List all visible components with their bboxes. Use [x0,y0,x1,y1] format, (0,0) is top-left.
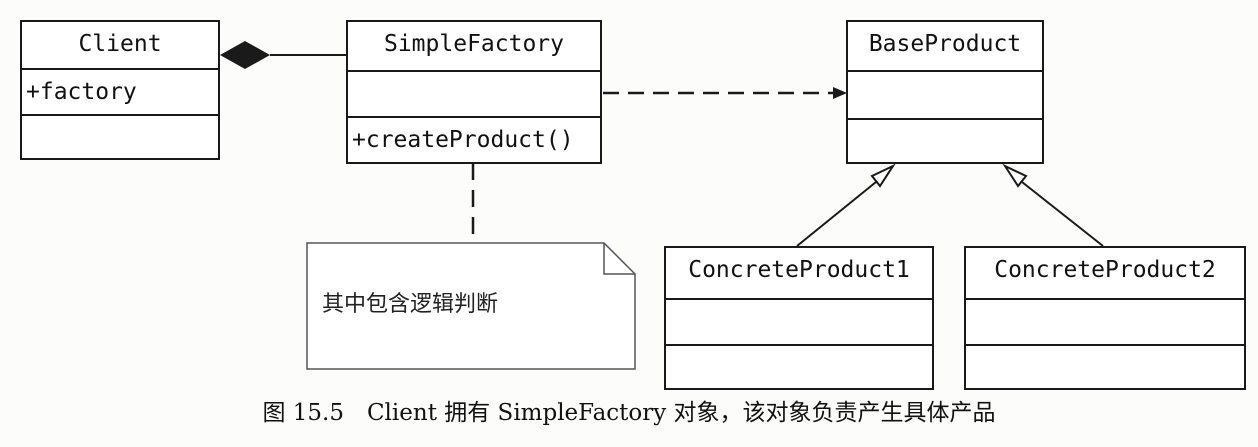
composition-relation [220,41,348,69]
class-simple-factory-attributes [348,72,600,118]
class-client: Client +factory [20,20,220,160]
class-base-product-attributes [848,72,1042,120]
class-concrete-product-1-name: ConcreteProduct1 [688,257,910,283]
figure-caption: 图 15.5 Client 拥有 SimpleFactory 对象，该对象负责产… [262,400,996,426]
class-client-attribute: +factory [26,79,137,105]
generalization-relation-2 [1002,163,1104,247]
uml-note: 其中包含逻辑判断 [306,242,636,370]
class-base-product-name: BaseProduct [868,31,1022,57]
note-text: 其中包含逻辑判断 [322,292,499,317]
class-concrete-product-1-attributes [666,300,932,346]
class-simple-factory: SimpleFactory +createProduct() [346,20,602,164]
class-concrete-product-2-attributes [966,300,1244,346]
class-concrete-product-1-operations [666,346,932,388]
class-base-product-operations [848,120,1042,162]
class-base-product: BaseProduct [846,20,1044,164]
composition-diamond-icon [220,41,270,69]
class-client-operations [22,116,218,158]
class-client-name: Client [78,31,162,57]
class-concrete-product-1: ConcreteProduct1 [664,246,934,390]
class-simple-factory-operation: +createProduct() [352,127,574,153]
class-concrete-product-2: ConcreteProduct2 [964,246,1246,390]
class-simple-factory-name: SimpleFactory [383,31,564,57]
generalization-relation-1 [796,163,896,247]
class-concrete-product-2-operations [966,346,1244,388]
class-concrete-product-2-name: ConcreteProduct2 [994,257,1216,283]
